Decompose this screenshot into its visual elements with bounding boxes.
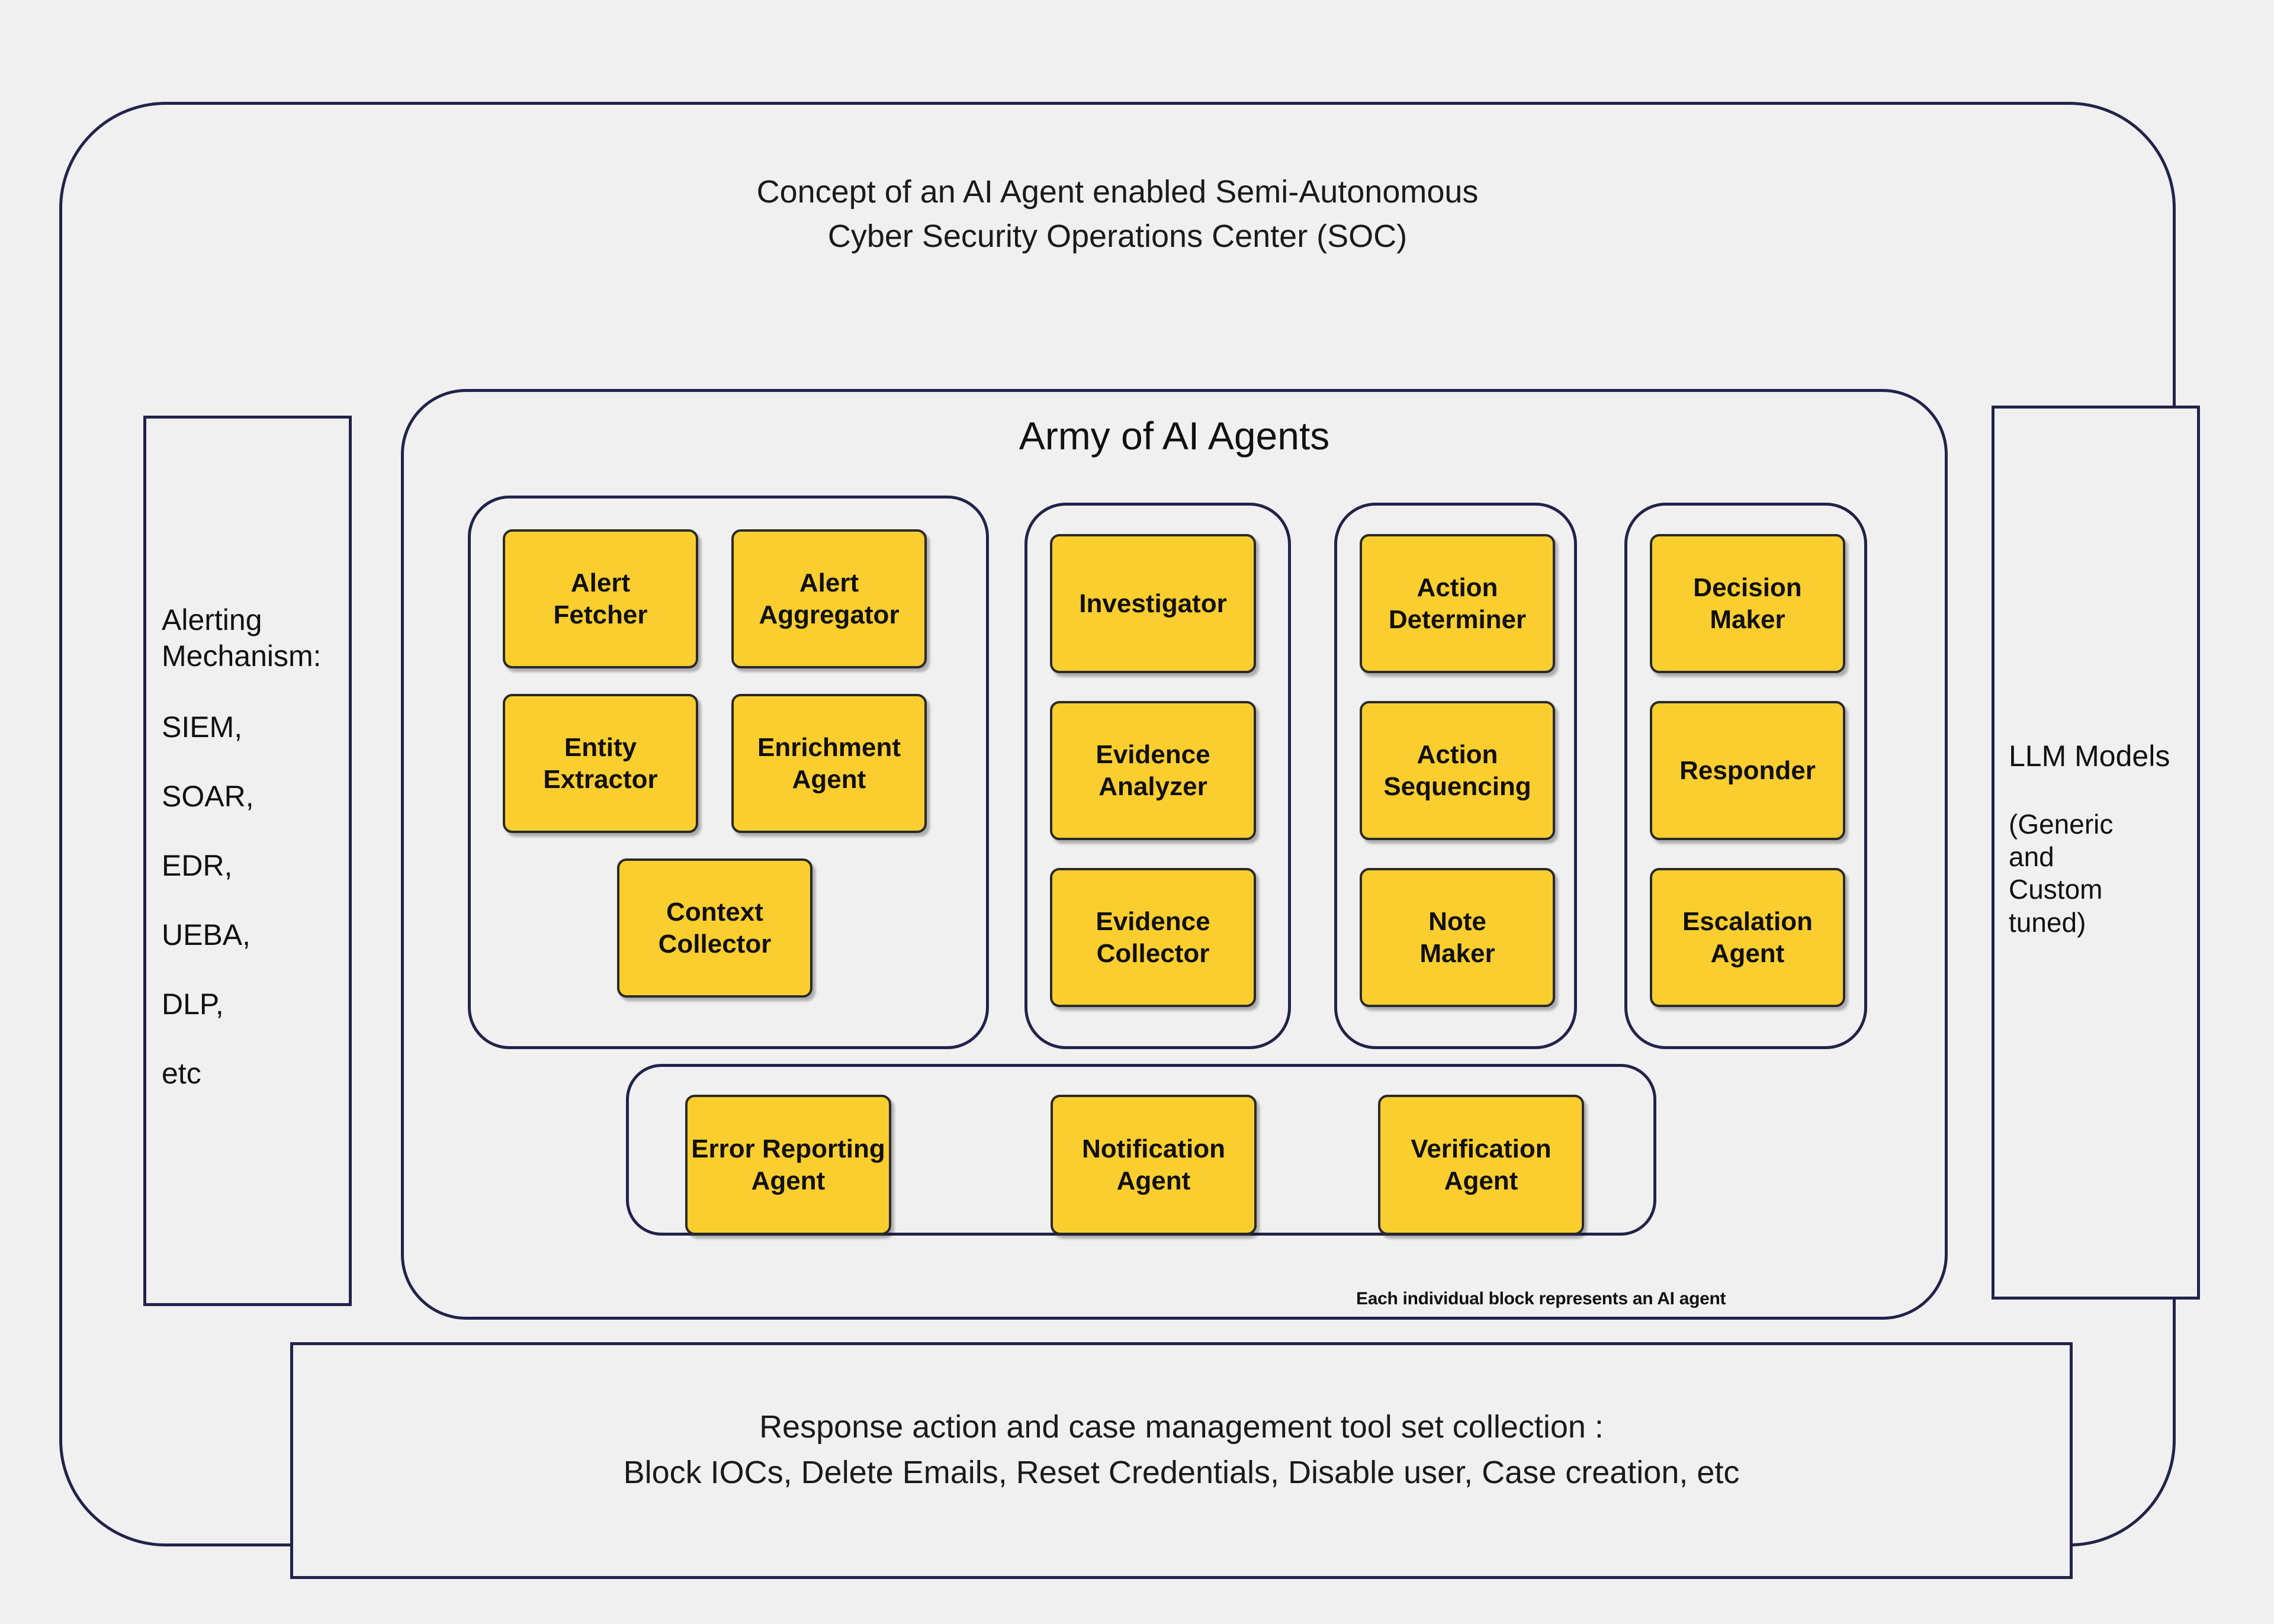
agent-decision-maker[interactable]: Decision Maker	[1650, 534, 1845, 673]
agent-group-support: Error Reporting Agent Notification Agent…	[626, 1064, 1656, 1236]
agent-evidence-collector[interactable]: Evidence Collector	[1050, 868, 1256, 1007]
agent-group-investigation: Investigator Evidence Analyzer Evidence …	[1024, 503, 1291, 1049]
alerting-item-siem: SIEM,	[162, 710, 243, 744]
agent-investigator[interactable]: Investigator	[1050, 534, 1256, 673]
agent-evidence-analyzer[interactable]: Evidence Analyzer	[1050, 701, 1256, 840]
agent-group-intake: Alert Fetcher Alert Aggregator Entity Ex…	[468, 496, 989, 1049]
agent-verification[interactable]: Verification Agent	[1378, 1095, 1584, 1235]
agent-group-decision: Decision Maker Responder Escalation Agen…	[1624, 503, 1867, 1049]
response-tools-panel: Response action and case management tool…	[290, 1342, 2073, 1579]
alerting-item-etc: etc	[162, 1057, 201, 1090]
agent-action-determiner[interactable]: Action Determiner	[1360, 534, 1555, 673]
llm-subtext: (Generic and Custom tuned)	[2009, 809, 2114, 938]
agent-escalation-agent[interactable]: Escalation Agent	[1650, 868, 1845, 1007]
agent-group-action: Action Determiner Action Sequencing Note…	[1334, 503, 1577, 1049]
alerting-item-edr: EDR,	[162, 849, 233, 882]
agent-alert-fetcher[interactable]: Alert Fetcher	[503, 529, 698, 668]
response-tools-text: Response action and case management tool…	[623, 1409, 1740, 1490]
agent-enrichment-agent[interactable]: Enrichment Agent	[731, 694, 927, 833]
page-title: Concept of an AI Agent enabled Semi-Auto…	[756, 174, 1479, 254]
agent-entity-extractor[interactable]: Entity Extractor	[503, 694, 698, 833]
soc-outer-container: Concept of an AI Agent enabled Semi-Auto…	[59, 102, 2200, 1579]
alerting-item-soar: SOAR,	[162, 780, 254, 813]
agent-action-sequencing[interactable]: Action Sequencing	[1360, 701, 1555, 840]
alerting-panel-content: Alerting Mechanism: SIEM, SOAR, EDR, UEB…	[162, 602, 343, 1127]
agent-context-collector[interactable]: Context Collector	[617, 858, 812, 998]
alerting-heading: Alerting Mechanism:	[162, 603, 322, 673]
agent-note-maker[interactable]: Note Maker	[1360, 868, 1555, 1007]
alerting-mechanism-panel: Alerting Mechanism: SIEM, SOAR, EDR, UEB…	[143, 416, 352, 1306]
agent-responder[interactable]: Responder	[1650, 701, 1845, 840]
alerting-item-ueba: UEBA,	[162, 918, 251, 951]
alerting-item-dlp: DLP,	[162, 988, 224, 1021]
agent-notification[interactable]: Notification Agent	[1051, 1095, 1257, 1235]
army-of-ai-agents-title: Army of AI Agents	[1019, 414, 1330, 458]
llm-panel-content: LLM Models (Generic and Custom tuned)	[2009, 740, 2189, 939]
agent-alert-aggregator[interactable]: Alert Aggregator	[731, 529, 927, 668]
agent-error-reporting[interactable]: Error Reporting Agent	[685, 1095, 891, 1235]
llm-models-panel: LLM Models (Generic and Custom tuned)	[1992, 406, 2200, 1300]
llm-heading: LLM Models	[2009, 739, 2170, 773]
agent-block-caption: Each individual block represents an AI a…	[1356, 1289, 1726, 1308]
